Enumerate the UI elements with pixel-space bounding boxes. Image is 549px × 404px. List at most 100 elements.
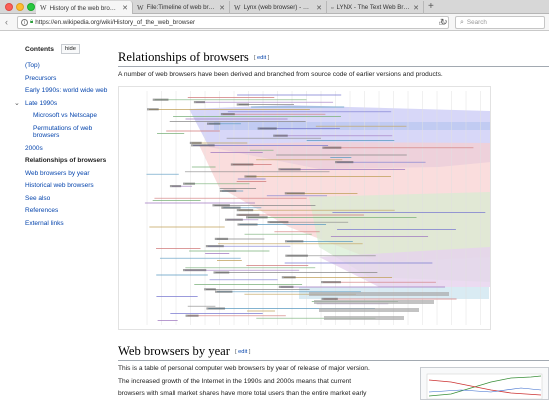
- tab-lynx-wikipedia[interactable]: W Lynx (web browser) - Wikipe ✕: [230, 1, 327, 14]
- heading-text: Relationships of browsers: [118, 50, 249, 64]
- browser-name-label: [281, 276, 296, 279]
- table-of-contents: Contents hide (Top) Precursors Early 199…: [14, 44, 115, 232]
- edit-link[interactable]: edit: [238, 349, 247, 355]
- browser-name-label: [147, 108, 159, 111]
- lineage-bar: [314, 300, 434, 304]
- browser-name-label: [152, 98, 169, 101]
- minimize-window-button[interactable]: [16, 3, 24, 11]
- edit-section-link: [ edit ]: [234, 349, 251, 355]
- browser-name-label: [182, 269, 207, 272]
- toc-item-by-year[interactable]: Web browsers by year: [25, 170, 115, 178]
- lineage-bar: [319, 308, 419, 312]
- toc-item-see-also[interactable]: See also: [25, 195, 115, 203]
- toc-item-2000s[interactable]: 2000s: [25, 145, 115, 153]
- browser-name-label: [185, 314, 199, 317]
- browser-name-label: [246, 216, 268, 219]
- zoom-window-button[interactable]: [27, 3, 35, 11]
- section-heading-by-year: Web browsers by year [ edit ]: [118, 344, 250, 359]
- browser-name-label: [169, 185, 182, 188]
- toc-title: Contents: [25, 45, 54, 53]
- browser-name-label: [206, 307, 225, 310]
- browser-name-label: [267, 221, 289, 224]
- url-bar[interactable]: i 🔒︎ https://en.wikipedia.org/wiki/Histo…: [17, 16, 449, 29]
- browser-name-label: [244, 175, 257, 178]
- toc-item-permutations[interactable]: Permutations of web browsers: [33, 125, 115, 140]
- browser-name-label: [225, 218, 243, 221]
- section-intro-text: A number of web browsers have been deriv…: [118, 71, 443, 78]
- toc-item-external-links[interactable]: External links: [25, 220, 115, 228]
- browser-name-label: [284, 192, 305, 195]
- toc-hide-button[interactable]: hide: [60, 44, 80, 54]
- edit-link[interactable]: edit: [257, 55, 266, 61]
- browser-name-label: [236, 209, 254, 212]
- wikipedia-icon: W: [234, 3, 241, 12]
- search-input[interactable]: ⌕ Search: [455, 16, 545, 29]
- usage-chart-image: [426, 373, 543, 400]
- browser-timeline-figure[interactable]: [118, 86, 491, 330]
- wikipedia-icon: W: [40, 4, 47, 12]
- toc-item-precursors[interactable]: Precursors: [25, 75, 115, 83]
- tab-lynx-text-browser[interactable]: ▫ LYNX - The Text Web Browser ✕: [327, 1, 424, 14]
- toc-item-historical[interactable]: Historical web browsers: [25, 182, 115, 190]
- browser-name-label: [213, 271, 230, 274]
- close-window-button[interactable]: [5, 3, 13, 11]
- lineage-bar: [324, 316, 404, 320]
- browser-name-label: [236, 213, 260, 216]
- search-placeholder: Search: [466, 19, 487, 26]
- heading-text: Web browsers by year: [118, 344, 230, 358]
- toc-item-late-1990s[interactable]: ⌄ Late 1990s: [14, 99, 115, 108]
- info-icon[interactable]: i: [21, 19, 28, 26]
- browser-name-label: [322, 146, 342, 149]
- close-icon[interactable]: ✕: [316, 4, 322, 12]
- tab-bar: W History of the web browser ✕ W File:Ti…: [0, 0, 549, 15]
- browser-name-label: [321, 281, 341, 284]
- browser-name-label: [278, 285, 294, 288]
- browser-name-label: [193, 101, 205, 104]
- toc-item-top[interactable]: (Top): [25, 62, 115, 70]
- browser-name-label: [257, 127, 277, 130]
- browser-name-label: [204, 288, 216, 291]
- browser-name-label: [237, 223, 258, 226]
- chevron-down-icon[interactable]: ⌄: [14, 100, 20, 108]
- browser-name-label: [191, 144, 215, 147]
- browser-name-label: [215, 290, 233, 293]
- search-icon: ⌕: [460, 18, 464, 26]
- browser-name-label: [207, 122, 221, 125]
- wikipedia-icon: W: [137, 3, 144, 12]
- toc-item-relationships[interactable]: Relationships of browsers: [25, 157, 115, 165]
- browser-name-label: [183, 182, 195, 185]
- tab-history-of-web-browser[interactable]: W History of the web browser ✕: [36, 1, 133, 15]
- browser-name-label: [236, 103, 249, 106]
- section-divider: [118, 360, 549, 361]
- lock-icon: 🔒︎: [30, 19, 34, 25]
- browser-name-label: [219, 189, 237, 192]
- reload-icon[interactable]: ↻: [440, 17, 448, 28]
- browser-name-label: [221, 206, 241, 209]
- browser-name-label: [205, 245, 224, 248]
- back-arrow-icon[interactable]: ‹: [5, 17, 8, 27]
- navigation-bar: ‹ i 🔒︎ https://en.wikipedia.org/wiki/His…: [0, 14, 549, 31]
- toc-item-label: Late 1990s: [25, 99, 58, 107]
- browser-name-label: [273, 134, 288, 137]
- browser-usage-thumbnail[interactable]: [420, 367, 549, 400]
- toc-item-references[interactable]: References: [25, 207, 115, 215]
- browser-name-label: [285, 254, 308, 257]
- section-heading-relationships: Relationships of browsers [ edit ]: [118, 50, 269, 65]
- close-icon[interactable]: ✕: [413, 4, 419, 12]
- browser-name-label: [189, 141, 202, 144]
- paragraph-line: browsers with small market shares have m…: [118, 390, 367, 397]
- close-icon[interactable]: ✕: [219, 4, 225, 12]
- browser-name-label: [220, 113, 235, 116]
- close-icon[interactable]: ✕: [122, 4, 128, 12]
- toc-item-microsoft-vs-netscape[interactable]: Microsoft vs Netscape: [33, 112, 115, 120]
- page-icon: ▫: [331, 3, 334, 12]
- edit-section-link: [ edit ]: [253, 55, 270, 61]
- timeline-image: [144, 91, 491, 325]
- new-tab-button[interactable]: +: [428, 1, 434, 13]
- tab-timeline-file[interactable]: W File:Timeline of web browsers ✕: [133, 1, 230, 14]
- toc-item-early-1990s[interactable]: Early 1990s: world wide web: [25, 87, 115, 95]
- section-paragraph: This is a table of personal computer web…: [118, 363, 418, 401]
- url-text: https://en.wikipedia.org/wiki/History_of…: [35, 19, 196, 26]
- paragraph-line: The increased growth of the Internet in …: [118, 377, 352, 385]
- browser-name-label: [284, 240, 304, 243]
